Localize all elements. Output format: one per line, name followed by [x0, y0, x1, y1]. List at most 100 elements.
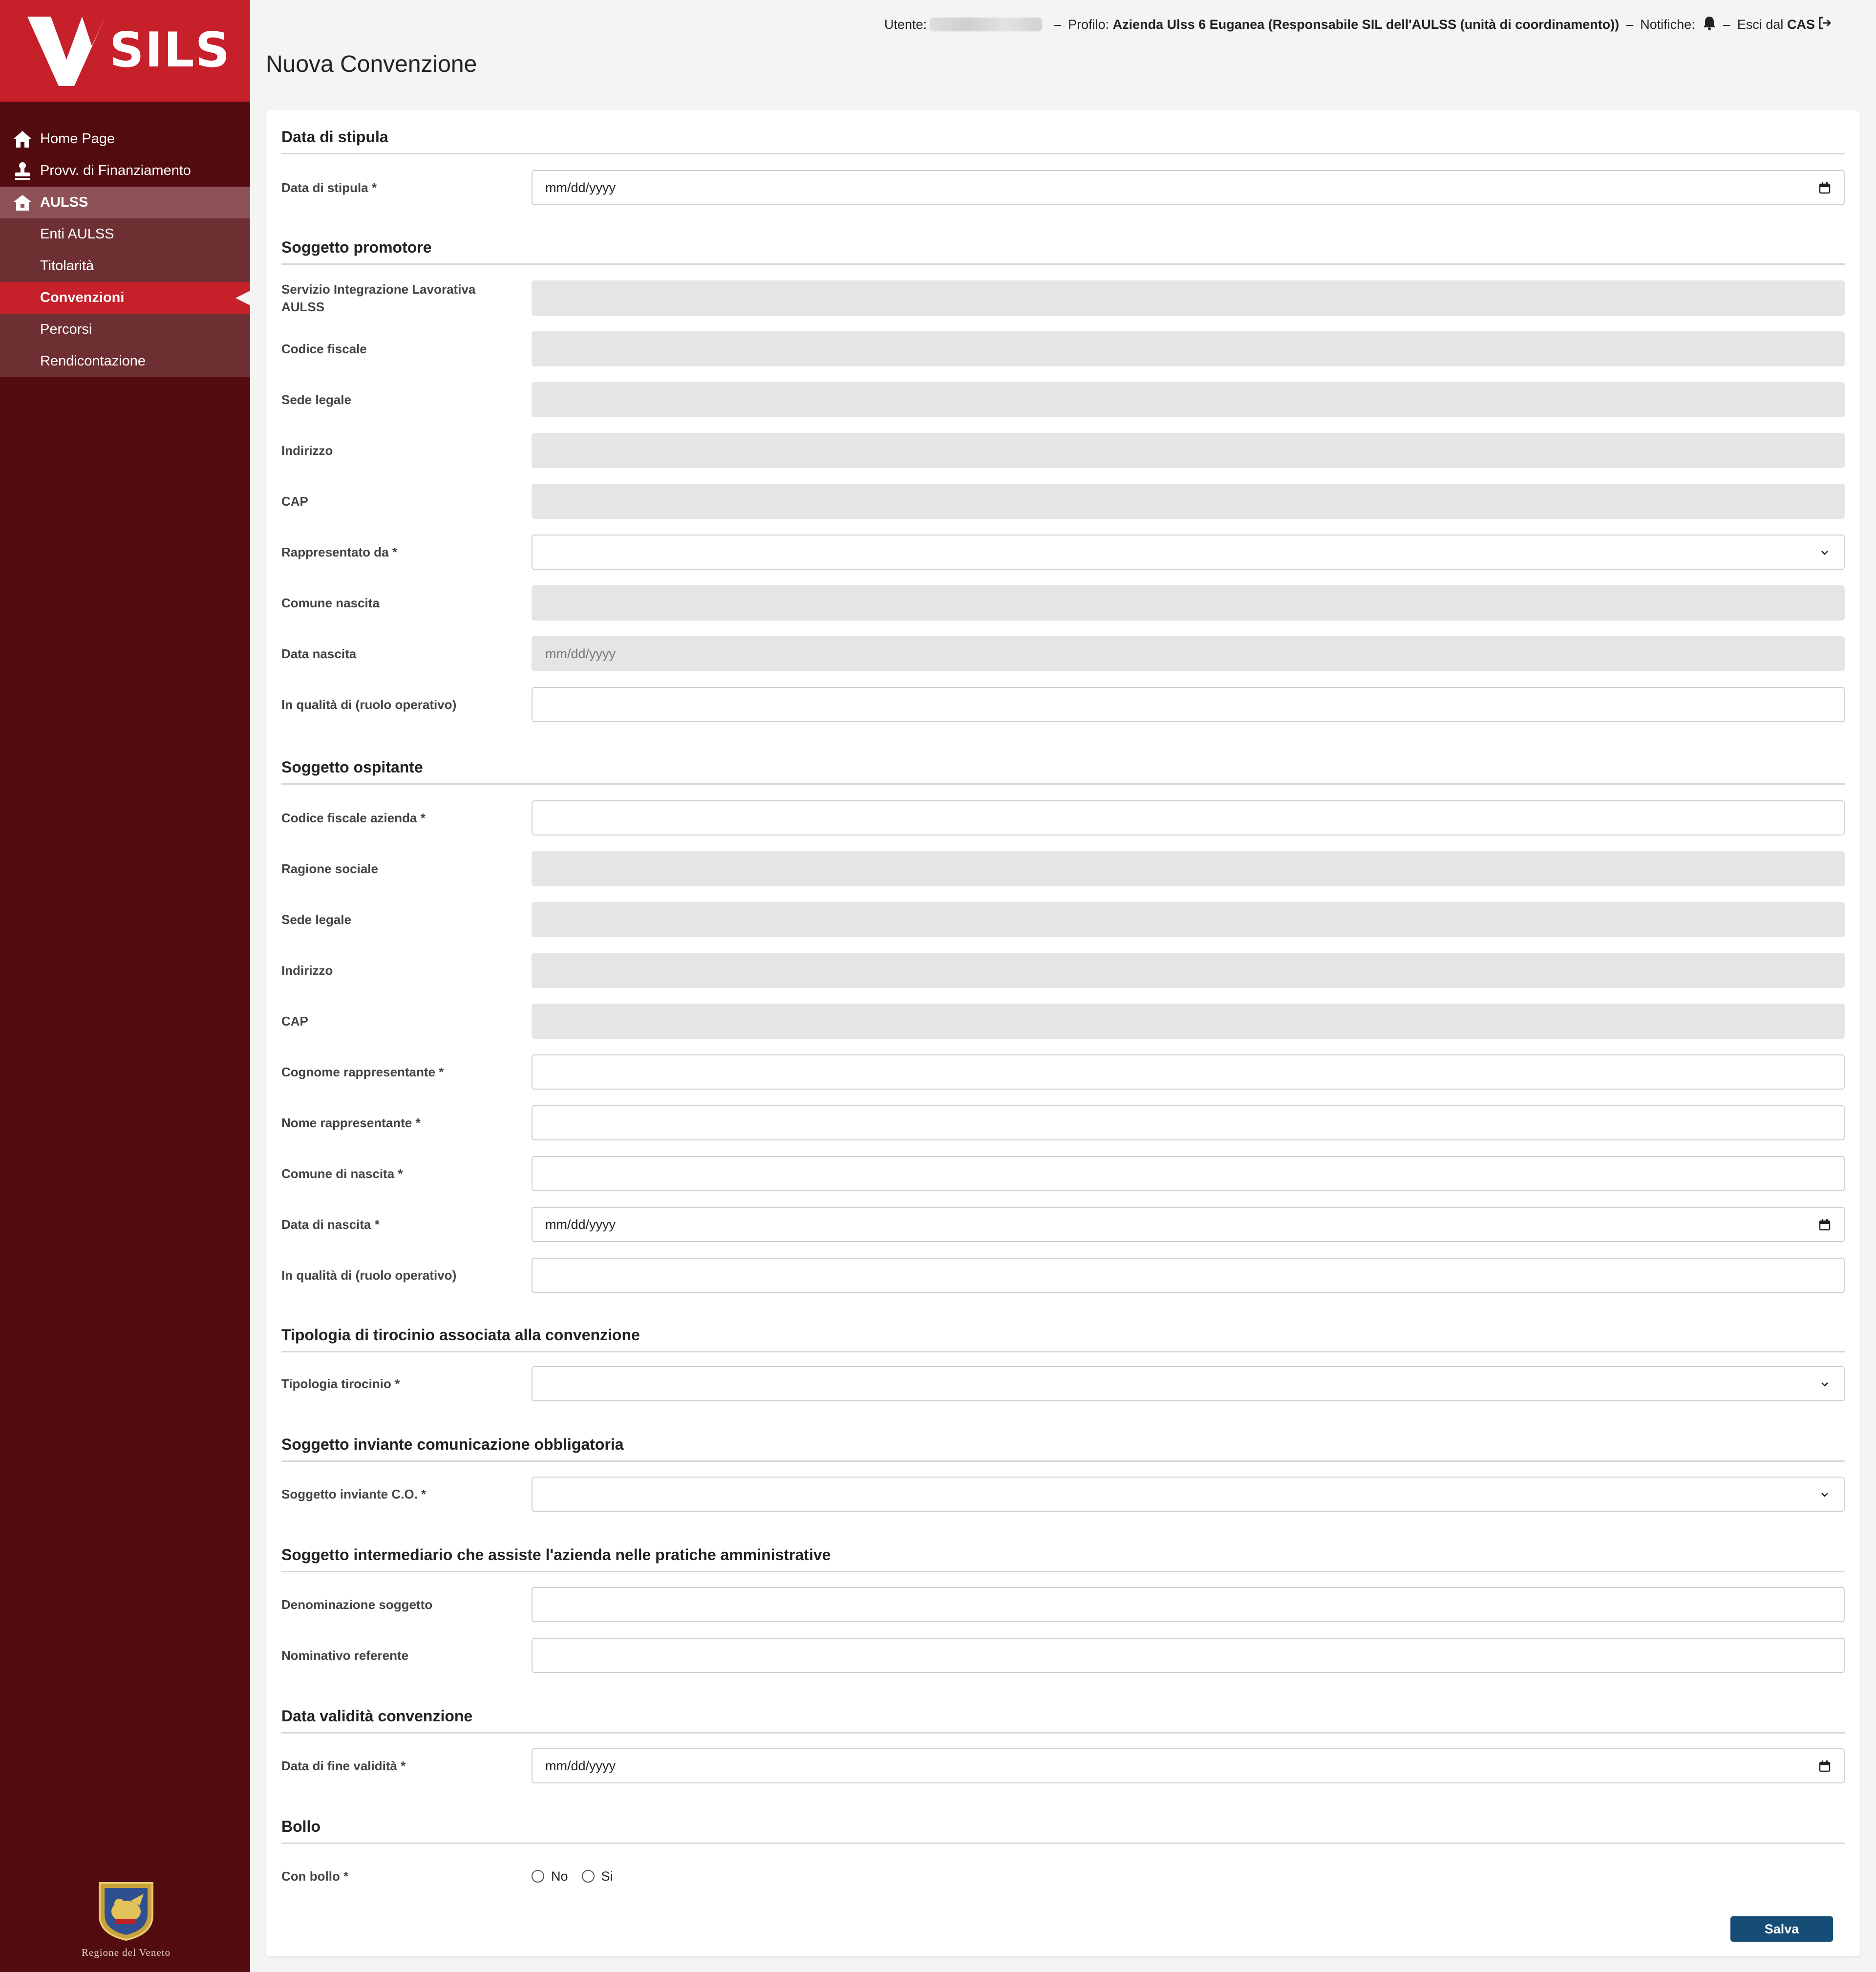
- radio-circle[interactable]: [532, 1870, 544, 1883]
- field-label: Data di stipula *: [281, 180, 377, 195]
- sidebar-item-aulss[interactable]: AULSS: [0, 187, 250, 218]
- app-logo[interactable]: SILS: [0, 0, 250, 102]
- sidebar-nav: Home Page Provv. di Finanziamento AULSS …: [0, 123, 250, 377]
- save-button[interactable]: Salva: [1730, 1916, 1833, 1942]
- ospitante-qualita-input[interactable]: [532, 1258, 1845, 1293]
- promotore-cap-field: [532, 484, 1845, 519]
- comune-di-nascita-input[interactable]: [532, 1156, 1845, 1191]
- section-title-inviante: Soggetto inviante comunicazione obbligat…: [281, 1436, 1845, 1462]
- profile-value[interactable]: Azienda Ulss 6 Euganea (Responsabile SIL…: [1113, 17, 1620, 32]
- sidebar-item-convenzioni[interactable]: Convenzioni: [0, 282, 250, 314]
- section-title-ospitante: Soggetto ospitante: [281, 758, 1845, 785]
- bollo-no-radio[interactable]: No: [532, 1869, 568, 1884]
- date-placeholder: mm/dd/yyyy: [545, 646, 616, 661]
- row-osp-cap: CAP: [281, 1004, 1845, 1039]
- field-label: Nome rappresentante *: [281, 1115, 421, 1130]
- logout-prefix: Esci dal: [1737, 17, 1784, 32]
- promotore-sede-field: [532, 382, 1845, 417]
- sidebar-item-percorsi[interactable]: Percorsi: [0, 314, 250, 345]
- ospitante-sede-field: [532, 902, 1845, 937]
- region-logo: Regione del Veneto: [77, 1881, 175, 1959]
- chevron-down-icon: [1821, 551, 1828, 555]
- row-prom-sede: Sede legale: [281, 382, 1845, 417]
- data-di-nascita-date-input[interactable]: mm/dd/yyyy: [532, 1207, 1845, 1242]
- section-title-intermediario: Soggetto intermediario che assiste l'azi…: [281, 1546, 1845, 1572]
- field-label: Servizio Integrazione Lavorativa AULSS: [281, 282, 476, 314]
- separator: –: [1054, 17, 1062, 32]
- sidebar: SILS Home Page Provv. di Finanziamento A…: [0, 0, 250, 1972]
- denominazione-soggetto-input[interactable]: [532, 1587, 1845, 1622]
- top-bar: Utente: – Profilo: Azienda Ulss 6 Eugane…: [884, 15, 1832, 34]
- row-referente: Nominativo referente: [281, 1638, 1845, 1673]
- row-prom-qualita: In qualità di (ruolo operativo): [281, 687, 1845, 722]
- ospitante-indirizzo-field: [532, 953, 1845, 988]
- nominativo-referente-input[interactable]: [532, 1638, 1845, 1673]
- field-label: Data nascita: [281, 646, 357, 661]
- sidebar-item-label: Rendicontazione: [40, 353, 146, 369]
- bell-icon[interactable]: [1703, 16, 1716, 34]
- calendar-icon[interactable]: [1818, 1760, 1831, 1773]
- field-label: Rappresentato da *: [281, 545, 397, 559]
- row-prom-indirizzo: Indirizzo: [281, 433, 1845, 468]
- comune-nascita-field: [532, 585, 1845, 621]
- ospitante-cf-input[interactable]: [532, 800, 1845, 836]
- region-label: Regione del Veneto: [81, 1947, 171, 1958]
- sidebar-item-label: Enti AULSS: [40, 226, 114, 242]
- sidebar-item-home[interactable]: Home Page: [0, 123, 250, 155]
- row-comune-nascita: Comune nascita: [281, 585, 1845, 621]
- data-stipula-date-input[interactable]: mm/dd/yyyy: [532, 170, 1845, 205]
- promotore-cf-field: [532, 331, 1845, 366]
- field-label: Comune nascita: [281, 596, 380, 610]
- field-label: Tipologia tirocinio *: [281, 1376, 400, 1391]
- row-osp-nome: Nome rappresentante *: [281, 1105, 1845, 1140]
- user-label: Utente:: [884, 17, 927, 32]
- sidebar-item-enti-aulss[interactable]: Enti AULSS: [0, 218, 250, 250]
- logout-link[interactable]: Esci dal CAS: [1737, 17, 1815, 32]
- cognome-rappresentante-input[interactable]: [532, 1054, 1845, 1090]
- form-panel: Data di stipula Data di stipula * mm/dd/…: [266, 110, 1860, 1956]
- sidebar-item-provvedimenti[interactable]: Provv. di Finanziamento: [0, 155, 250, 187]
- sidebar-item-label: Percorsi: [40, 322, 92, 337]
- field-label: Soggetto inviante C.O. *: [281, 1487, 426, 1501]
- field-label: Denominazione soggetto: [281, 1597, 433, 1612]
- fine-validita-date-input[interactable]: mm/dd/yyyy: [532, 1748, 1845, 1783]
- separator: –: [1723, 17, 1730, 32]
- soggetto-inviante-select[interactable]: [532, 1477, 1845, 1512]
- row-prom-cap: CAP: [281, 484, 1845, 519]
- logout-target: CAS: [1787, 17, 1815, 32]
- sidebar-item-label: AULSS: [40, 194, 88, 210]
- radio-circle[interactable]: [581, 1870, 595, 1883]
- field-label: CAP: [281, 1014, 308, 1029]
- calendar-icon[interactable]: [1818, 182, 1831, 194]
- field-label: Sede legale: [281, 392, 352, 407]
- field-label: Con bollo *: [281, 1869, 349, 1884]
- field-label: Codice fiscale azienda *: [281, 811, 426, 825]
- section-title-stipula: Data di stipula: [281, 128, 1845, 154]
- sil-aulss-field: [532, 280, 1845, 316]
- sidebar-item-label: Convenzioni: [40, 290, 125, 305]
- calendar-icon[interactable]: [1818, 1219, 1831, 1231]
- ospitante-cap-field: [532, 1004, 1845, 1039]
- field-label: Indirizzo: [281, 963, 333, 978]
- chevron-down-icon: [1821, 1382, 1828, 1387]
- radio-label: Si: [601, 1868, 613, 1884]
- logo-v-icon: [27, 17, 106, 86]
- promotore-qualita-input[interactable]: [532, 687, 1845, 722]
- ospitante-ragione-field: [532, 851, 1845, 886]
- nome-rappresentante-input[interactable]: [532, 1105, 1845, 1140]
- row-data-stipula: Data di stipula * mm/dd/yyyy: [281, 170, 1845, 205]
- section-title-bollo: Bollo: [281, 1818, 1845, 1844]
- row-data-nascita: Data nascita mm/dd/yyyy: [281, 636, 1845, 671]
- logout-icon[interactable]: [1818, 17, 1832, 33]
- field-label: Indirizzo: [281, 443, 333, 458]
- date-placeholder: mm/dd/yyyy: [545, 1217, 616, 1232]
- bollo-si-radio[interactable]: Si: [581, 1868, 613, 1884]
- rappresentato-da-select[interactable]: [532, 535, 1845, 570]
- tipologia-tirocinio-select[interactable]: [532, 1366, 1845, 1401]
- section-title-tipologia: Tipologia di tirocinio associata alla co…: [281, 1326, 1845, 1352]
- row-osp-qualita: In qualità di (ruolo operativo): [281, 1258, 1845, 1293]
- row-osp-data-nascita: Data di nascita * mm/dd/yyyy: [281, 1207, 1845, 1242]
- row-denominazione: Denominazione soggetto: [281, 1587, 1845, 1622]
- sidebar-item-titolarita[interactable]: Titolarità: [0, 250, 250, 282]
- sidebar-item-rendicontazione[interactable]: Rendicontazione: [0, 345, 250, 377]
